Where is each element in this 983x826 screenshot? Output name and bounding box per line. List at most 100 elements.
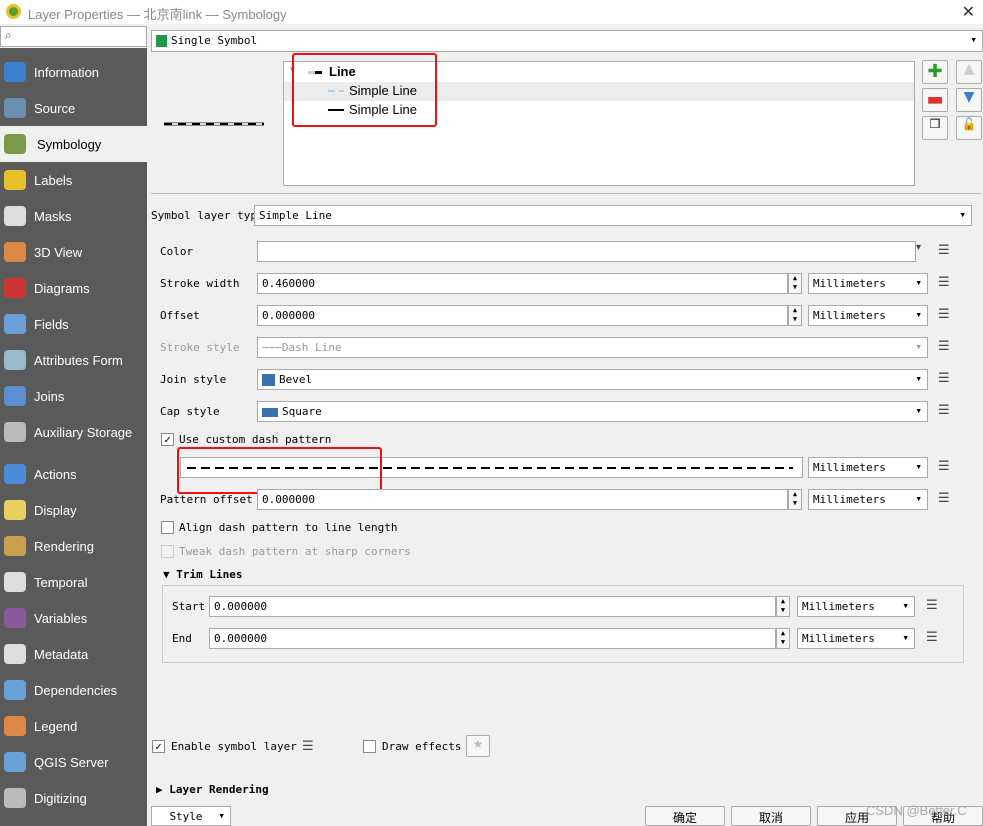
align-dash-checkbox[interactable]: [161, 521, 174, 534]
color-label: Color: [160, 245, 194, 258]
symbol-layer-type-select[interactable]: Simple Line: [254, 205, 972, 226]
trim-lines-header[interactable]: ▼ Trim Lines: [163, 568, 242, 581]
sidebar-item-rendering[interactable]: Rendering: [0, 528, 147, 564]
dependencies-icon: [4, 680, 26, 700]
draw-effects-checkbox[interactable]: [363, 740, 376, 753]
sidebar-item-fields[interactable]: Fields: [0, 306, 147, 342]
sidebar-item-dependencies[interactable]: Dependencies: [0, 672, 147, 708]
style-menu-button[interactable]: Style: [151, 806, 231, 826]
start-spinner[interactable]: ▲ ▼: [776, 596, 790, 617]
end-input[interactable]: 0.000000: [209, 628, 776, 649]
join-style-value: Bevel: [279, 373, 313, 386]
tweak-dash-checkbox[interactable]: [161, 545, 174, 558]
symbology-icon: [4, 134, 26, 154]
start-input[interactable]: 0.000000: [209, 596, 776, 617]
stroke-style-select[interactable]: −−−Dash Line: [257, 337, 928, 358]
qgis-server-icon: [4, 752, 26, 772]
data-defined-override-icon[interactable]: ☰: [938, 491, 960, 509]
sidebar-item-digitizing[interactable]: Digitizing: [0, 780, 147, 816]
sidebar-item-label: Symbology: [37, 136, 102, 152]
sidebar-item-symbology[interactable]: Symbology: [0, 126, 147, 162]
sidebar-item-label: Temporal: [34, 574, 88, 590]
sidebar-item-label: Auxiliary Storage: [34, 424, 133, 440]
pattern-offset-label: Pattern offset: [160, 493, 253, 506]
cap-style-select[interactable]: Square: [257, 401, 928, 422]
remove-layer-button[interactable]: ▬: [922, 88, 948, 112]
renderer-select[interactable]: Single Symbol: [151, 30, 983, 52]
custom-dash-checkbox[interactable]: ✓: [161, 433, 174, 446]
pattern-offset-input[interactable]: 0.000000: [257, 489, 788, 510]
sidebar-item-legend[interactable]: Legend: [0, 708, 147, 744]
cap-style-label: Cap style: [160, 405, 220, 418]
lock-icon[interactable]: 🔓: [956, 116, 982, 140]
end-unit[interactable]: Millimeters: [797, 628, 915, 649]
sidebar-item-metadata[interactable]: Metadata: [0, 636, 147, 672]
data-defined-override-icon[interactable]: ☰: [926, 630, 948, 648]
sidebar-item-qgis-server[interactable]: QGIS Server: [0, 744, 147, 780]
pattern-offset-unit[interactable]: Millimeters: [808, 489, 928, 510]
sidebar-item-diagrams[interactable]: Diagrams: [0, 270, 147, 306]
sidebar-search-input[interactable]: ⌕: [0, 26, 147, 47]
sidebar-item-label: 3D View: [34, 244, 83, 260]
source-icon: [4, 98, 26, 118]
pattern-offset-spinner[interactable]: ▲ ▼: [788, 489, 802, 510]
end-label: End: [172, 632, 192, 645]
data-defined-override-icon[interactable]: ☰: [302, 739, 324, 757]
sidebar-item-label: QGIS Server: [34, 754, 109, 770]
move-down-button[interactable]: ▼: [956, 88, 982, 112]
sidebar-item-auxiliary-storage[interactable]: Auxiliary Storage: [0, 414, 147, 450]
bevel-icon: [262, 374, 275, 386]
offset-input[interactable]: 0.000000: [257, 305, 788, 326]
move-up-button[interactable]: ▲: [956, 60, 982, 84]
stroke-width-unit[interactable]: Millimeters: [808, 273, 928, 294]
data-defined-override-icon[interactable]: ☰: [938, 275, 960, 293]
sidebar-item-label: Dependencies: [34, 682, 118, 698]
sidebar-item-variables[interactable]: Variables: [0, 600, 147, 636]
add-layer-button[interactable]: ✚: [922, 60, 948, 84]
data-defined-override-icon[interactable]: ☰: [938, 307, 960, 325]
sidebar-item-label: Fields: [34, 316, 69, 332]
layer-rendering-header[interactable]: ▶ Layer Rendering: [156, 783, 269, 796]
sidebar-item-3d-view[interactable]: 3D View: [0, 234, 147, 270]
stroke-width-input[interactable]: 0.460000: [257, 273, 788, 294]
sidebar-item-joins[interactable]: Joins: [0, 378, 147, 414]
sidebar-item-actions[interactable]: Actions: [0, 456, 147, 492]
offset-unit[interactable]: Millimeters: [808, 305, 928, 326]
temporal-icon: [4, 572, 26, 592]
highlight-box: [177, 447, 382, 494]
sidebar-item-source[interactable]: Source: [0, 90, 147, 126]
ok-button[interactable]: 确定: [645, 806, 725, 826]
data-defined-override-icon[interactable]: ☰: [938, 243, 960, 261]
sidebar-item-attributes-form[interactable]: Attributes Form: [0, 342, 147, 378]
color-dropdown[interactable]: ▾: [916, 242, 938, 260]
dash-unit[interactable]: Millimeters: [808, 457, 928, 478]
window-title: Layer Properties — 北京南link — Symbology: [0, 0, 983, 24]
data-defined-override-icon[interactable]: ☰: [938, 459, 960, 477]
sidebar-item-masks[interactable]: Masks: [0, 198, 147, 234]
draw-effects-label: Draw effects: [382, 740, 462, 753]
data-defined-override-icon[interactable]: ☰: [938, 371, 960, 389]
enable-layer-checkbox[interactable]: ✓: [152, 740, 165, 753]
start-label: Start: [172, 600, 206, 613]
sidebar-item-label: Display: [34, 502, 77, 518]
sidebar-item-information[interactable]: Information: [0, 54, 147, 90]
variables-icon: [4, 608, 26, 628]
data-defined-override-icon[interactable]: ☰: [938, 403, 960, 421]
effects-star-button[interactable]: ★: [466, 735, 490, 757]
start-unit[interactable]: Millimeters: [797, 596, 915, 617]
color-button[interactable]: [257, 241, 916, 262]
stroke-width-spinner[interactable]: ▲ ▼: [788, 273, 802, 294]
end-spinner[interactable]: ▲ ▼: [776, 628, 790, 649]
duplicate-layer-button[interactable]: ❐: [922, 116, 948, 140]
join-style-select[interactable]: Bevel: [257, 369, 928, 390]
cancel-button[interactable]: 取消: [731, 806, 811, 826]
legend-icon: [4, 716, 26, 736]
data-defined-override-icon[interactable]: ☰: [938, 339, 960, 357]
close-button[interactable]: ✕: [962, 2, 975, 21]
sidebar-item-labels[interactable]: Labels: [0, 162, 147, 198]
offset-spinner[interactable]: ▲ ▼: [788, 305, 802, 326]
data-defined-override-icon[interactable]: ☰: [926, 598, 948, 616]
joins-icon: [4, 386, 26, 406]
sidebar-item-display[interactable]: Display: [0, 492, 147, 528]
sidebar-item-temporal[interactable]: Temporal: [0, 564, 147, 600]
